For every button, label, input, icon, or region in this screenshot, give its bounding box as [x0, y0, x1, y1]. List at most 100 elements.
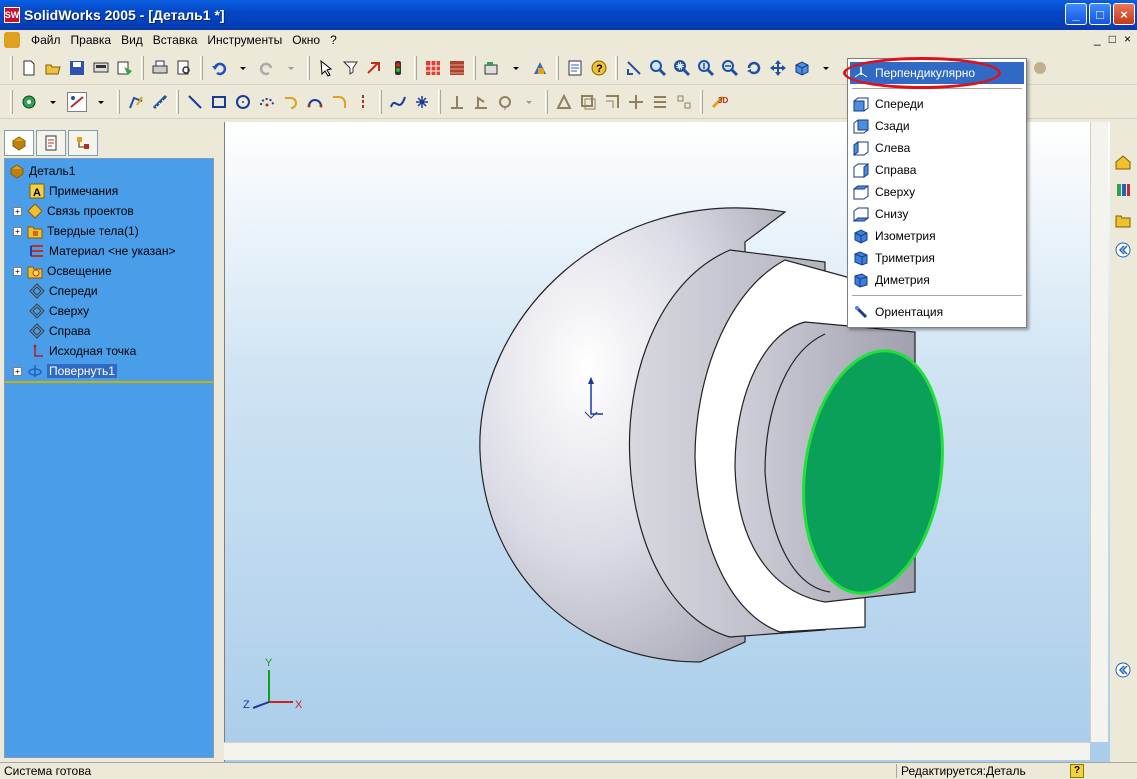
- preview-icon[interactable]: [174, 58, 194, 78]
- menu-item-top[interactable]: Сверху: [850, 181, 1024, 203]
- toolbar-grip[interactable]: [10, 56, 13, 80]
- spline-icon[interactable]: [388, 92, 408, 112]
- menu-item-orientation[interactable]: Ориентация: [850, 301, 1024, 323]
- select-icon[interactable]: [316, 58, 336, 78]
- print-preview-icon[interactable]: [91, 58, 111, 78]
- macro-icon[interactable]: [530, 58, 550, 78]
- tree-item-right-plane[interactable]: Справа: [29, 321, 90, 341]
- print-icon[interactable]: [150, 58, 170, 78]
- menu-file[interactable]: Файл: [26, 33, 66, 47]
- three-point-arc-icon[interactable]: [305, 92, 325, 112]
- menu-item-isometric[interactable]: Изометрия: [850, 225, 1024, 247]
- reference-axis-icon[interactable]: [471, 92, 491, 112]
- menu-window[interactable]: Окно: [287, 33, 325, 47]
- mate-reference-icon[interactable]: [495, 92, 515, 112]
- offset-entities-icon[interactable]: [578, 92, 598, 112]
- menu-item-dimetric[interactable]: Диметрия: [850, 269, 1024, 291]
- tree-item-revolve[interactable]: + Повернуть1: [13, 361, 117, 381]
- linear-pattern-icon[interactable]: [650, 92, 670, 112]
- menu-item-left[interactable]: Слева: [850, 137, 1024, 159]
- view-orientation-icon[interactable]: [19, 92, 39, 112]
- mate-reference-dropdown-icon[interactable]: [519, 92, 539, 112]
- save-icon[interactable]: [67, 58, 87, 78]
- rebuild-icon[interactable]: [364, 58, 384, 78]
- toolbar-grip[interactable]: [473, 56, 476, 80]
- properties-icon[interactable]: [565, 58, 585, 78]
- menu-tools[interactable]: Инструменты: [202, 33, 287, 47]
- help-icon[interactable]: ?: [1070, 764, 1084, 778]
- zoom-to-fit-icon[interactable]: [648, 58, 668, 78]
- convert-entities-icon[interactable]: [602, 92, 622, 112]
- tree-item-front-plane[interactable]: Спереди: [29, 281, 98, 301]
- help-icon[interactable]: ?: [589, 58, 609, 78]
- maximize-button[interactable]: □: [1089, 3, 1111, 25]
- toolbar-grip[interactable]: [200, 56, 203, 80]
- toolbar-grip[interactable]: [556, 56, 559, 80]
- document-icon[interactable]: [4, 32, 20, 48]
- open-icon[interactable]: [43, 58, 63, 78]
- select-filter-icon[interactable]: [340, 58, 360, 78]
- grid-icon[interactable]: [423, 58, 443, 78]
- expand-icon[interactable]: +: [13, 266, 22, 276]
- close-button[interactable]: ×: [1113, 3, 1135, 25]
- mdi-restore-button[interactable]: □: [1109, 32, 1116, 46]
- new-icon[interactable]: [19, 58, 39, 78]
- view-orientation-dropdown-icon[interactable]: [43, 92, 63, 112]
- toolbar-grip[interactable]: [700, 90, 703, 114]
- expand-icon[interactable]: +: [13, 366, 22, 376]
- toolbar-grip[interactable]: [379, 90, 382, 114]
- tree-item-annotations[interactable]: A Примечания: [29, 181, 118, 201]
- toolbar-grip[interactable]: [438, 90, 441, 114]
- home-icon[interactable]: [1113, 152, 1133, 172]
- tab-property-manager[interactable]: [36, 130, 66, 156]
- menu-item-bottom[interactable]: Снизу: [850, 203, 1024, 225]
- shadow-icon[interactable]: [1030, 58, 1050, 78]
- tab-configuration-manager[interactable]: [68, 130, 98, 156]
- zoom-in-out-icon[interactable]: [696, 58, 716, 78]
- rotate-view-icon[interactable]: [744, 58, 764, 78]
- toolbar-grip[interactable]: [545, 90, 548, 114]
- toolbar-grip[interactable]: [176, 90, 179, 114]
- standard-views-dropdown-icon[interactable]: [816, 58, 836, 78]
- menu-help[interactable]: ?: [325, 33, 342, 47]
- circle-icon[interactable]: [233, 92, 253, 112]
- sketch-relations-dropdown-icon[interactable]: [91, 92, 111, 112]
- tree-item-part[interactable]: Деталь1: [9, 161, 75, 181]
- toolbar-grip[interactable]: [615, 56, 618, 80]
- menu-item-trimetric[interactable]: Триметрия: [850, 247, 1024, 269]
- toolbar-grip[interactable]: [414, 56, 417, 80]
- rectangle-icon[interactable]: [209, 92, 229, 112]
- line-icon[interactable]: [185, 92, 205, 112]
- zoom-area-icon[interactable]: [672, 58, 692, 78]
- smart-dimension-icon[interactable]: [150, 92, 170, 112]
- design-library-icon[interactable]: [1113, 180, 1133, 200]
- circular-pattern-icon[interactable]: [674, 92, 694, 112]
- tangent-arc-icon[interactable]: [281, 92, 301, 112]
- menu-item-back[interactable]: Сзади: [850, 115, 1024, 137]
- minimize-button[interactable]: _: [1065, 3, 1087, 25]
- tab-feature-manager[interactable]: [4, 130, 34, 156]
- tree-item-material[interactable]: Материал <не указан>: [29, 241, 175, 261]
- undo-dropdown-icon[interactable]: [233, 58, 253, 78]
- menu-insert[interactable]: Вставка: [148, 33, 203, 47]
- options-dropdown-icon[interactable]: [506, 58, 526, 78]
- trim-entities-icon[interactable]: [626, 92, 646, 112]
- make-drawing-icon[interactable]: [115, 58, 135, 78]
- reference-plane-icon[interactable]: [447, 92, 467, 112]
- collapse-icon[interactable]: [1113, 240, 1133, 260]
- menu-edit[interactable]: Правка: [66, 33, 117, 47]
- mdi-close-button[interactable]: ×: [1124, 32, 1131, 46]
- mirror-entities-icon[interactable]: [554, 92, 574, 112]
- tree-item-lighting[interactable]: + Освещение: [13, 261, 112, 281]
- undo-icon[interactable]: [209, 58, 229, 78]
- toolbar-grip[interactable]: [117, 90, 120, 114]
- previous-view-icon[interactable]: [624, 58, 644, 78]
- menu-item-front[interactable]: Спереди: [850, 93, 1024, 115]
- sketch-relations-icon[interactable]: [67, 92, 87, 112]
- tree-item-origin[interactable]: Исходная точка: [29, 341, 136, 361]
- redo-icon[interactable]: [257, 58, 277, 78]
- centerpoint-arc-icon[interactable]: [257, 92, 277, 112]
- expand-icon[interactable]: +: [13, 206, 22, 216]
- tree-item-top-plane[interactable]: Сверху: [29, 301, 89, 321]
- expand-icon[interactable]: +: [13, 226, 22, 236]
